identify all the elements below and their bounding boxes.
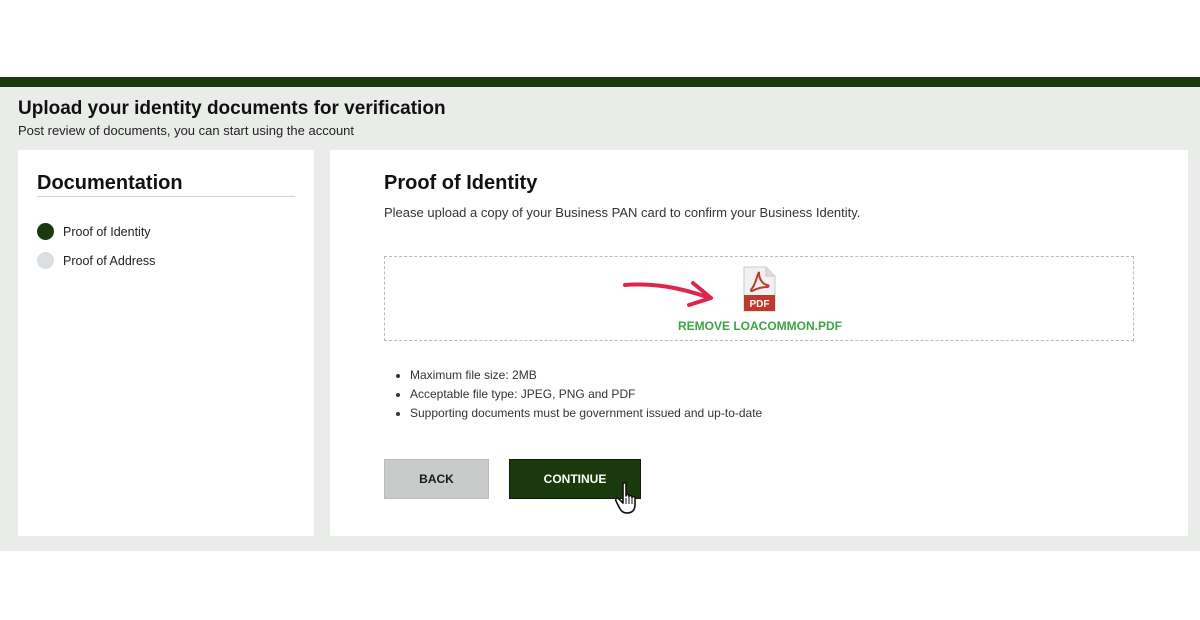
sidebar-divider xyxy=(37,196,295,197)
step-proof-of-address[interactable]: Proof of Address xyxy=(37,252,155,269)
section-description: Please upload a copy of your Business PA… xyxy=(384,205,861,220)
arrow-right-icon xyxy=(623,281,713,307)
step-inactive-indicator xyxy=(37,252,54,269)
step-label: Proof of Address xyxy=(63,253,156,268)
step-proof-of-identity[interactable]: Proof of Identity xyxy=(37,223,151,240)
page-title: Upload your identity documents for verif… xyxy=(18,98,446,119)
pdf-file-icon: PDF xyxy=(743,266,776,312)
remove-file-link[interactable]: REMOVE LOACOMMON.PDF xyxy=(385,319,1135,333)
step-label: Proof of Identity xyxy=(63,224,151,239)
documentation-sidebar: Documentation Proof of Identity Proof of… xyxy=(18,150,314,536)
requirement-item: Maximum file size: 2MB xyxy=(410,368,762,382)
section-title: Proof of Identity xyxy=(384,172,538,194)
back-button[interactable]: BACK xyxy=(384,459,489,499)
requirements-list: Maximum file size: 2MB Acceptable file t… xyxy=(410,368,762,425)
step-active-indicator xyxy=(37,223,54,240)
hand-pointer-icon xyxy=(614,482,636,514)
requirement-item: Acceptable file type: JPEG, PNG and PDF xyxy=(410,387,762,401)
upload-panel: Proof of Identity Please upload a copy o… xyxy=(330,150,1188,536)
upload-dropzone[interactable]: PDF REMOVE LOACOMMON.PDF xyxy=(384,256,1134,341)
requirement-item: Supporting documents must be government … xyxy=(410,406,762,420)
top-accent-bar xyxy=(0,77,1200,87)
sidebar-title: Documentation xyxy=(37,172,183,194)
pdf-badge-text: PDF xyxy=(750,299,770,310)
page-subtitle: Post review of documents, you can start … xyxy=(18,123,355,138)
